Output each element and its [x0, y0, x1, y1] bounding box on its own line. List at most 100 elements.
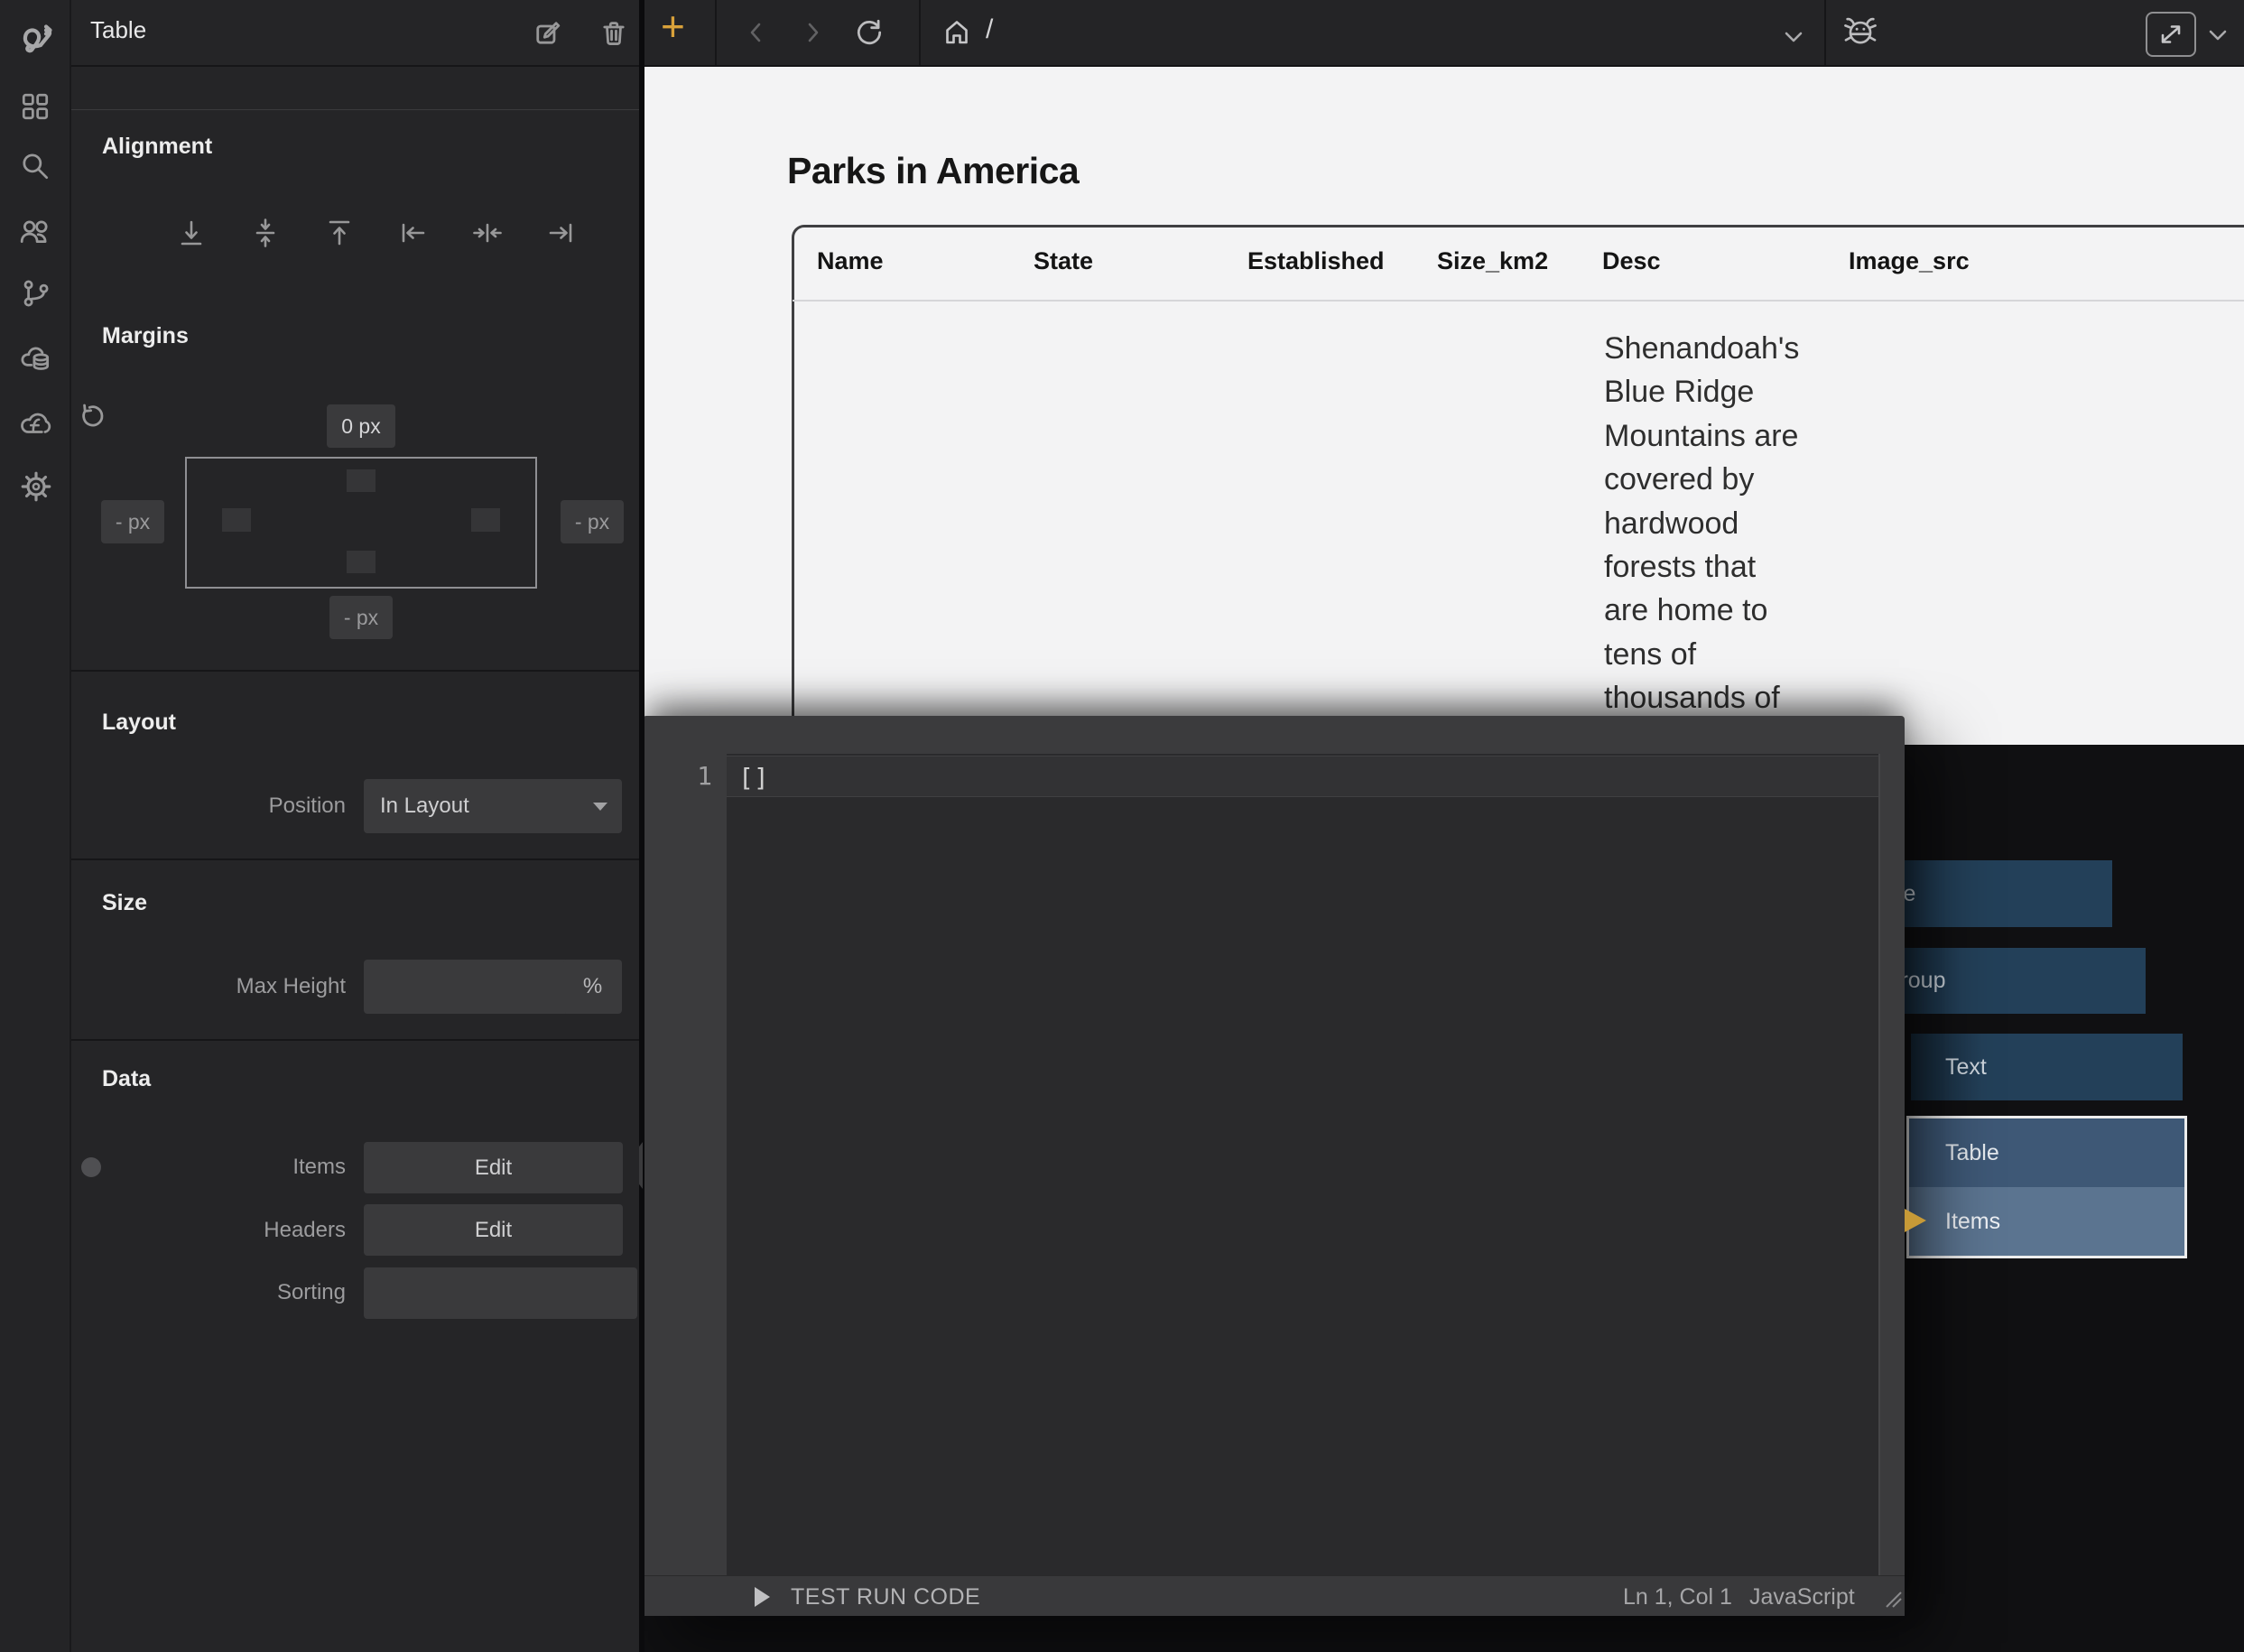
- desc-line: are home to: [1604, 589, 1821, 632]
- cloud-database-icon[interactable]: [19, 342, 51, 375]
- canvas-toolbar: + /: [644, 0, 2244, 67]
- margin-right-handle[interactable]: [471, 508, 500, 532]
- back-chevron-icon[interactable]: [744, 20, 769, 45]
- grid-dashboard-icon[interactable]: [19, 90, 51, 123]
- align-top-icon[interactable]: [324, 218, 355, 248]
- test-run-code-button[interactable]: TEST RUN CODE: [791, 1584, 980, 1610]
- table-header-underline: [793, 300, 2244, 302]
- size-section-label: Size: [102, 890, 147, 916]
- margin-left-input[interactable]: - px: [101, 500, 164, 543]
- component-settings-panel: Table Alignment: [70, 0, 639, 1652]
- resize-handle-icon[interactable]: [1885, 1585, 1903, 1609]
- app-canvas[interactable]: Parks in America Name State Established …: [644, 67, 2244, 745]
- max-height-label: Max Height: [72, 974, 346, 999]
- outline-item-items[interactable]: Items: [1909, 1187, 2184, 1256]
- forward-chevron-icon[interactable]: [800, 20, 825, 45]
- table-header-image-src: Image_src: [1849, 247, 1970, 275]
- divider: [70, 109, 639, 110]
- align-center-vertical-icon[interactable]: [250, 218, 281, 248]
- app-logo-icon[interactable]: [19, 18, 51, 51]
- desc-line: thousands of: [1604, 676, 1821, 719]
- canvas-text-component[interactable]: Parks in America: [787, 150, 1079, 192]
- outline-selected-group: Table Items: [1906, 1116, 2187, 1258]
- divider: [70, 670, 639, 672]
- max-height-input[interactable]: [364, 960, 572, 1014]
- code-area[interactable]: []: [727, 754, 1880, 1575]
- outline-item-label: Text: [1945, 1054, 1987, 1081]
- position-dropdown[interactable]: In Layout: [364, 779, 622, 833]
- editor-bottom-bar: TEST RUN CODE Ln 1, Col 1 JavaScript: [643, 1575, 1905, 1616]
- menu-chevron-icon[interactable]: [2204, 22, 2231, 49]
- divider: [70, 65, 639, 67]
- home-icon[interactable]: [942, 18, 971, 47]
- sorting-input[interactable]: [364, 1267, 637, 1319]
- divider: [919, 0, 921, 65]
- divider: [70, 858, 639, 860]
- desc-line: hardwood: [1604, 502, 1821, 545]
- divider: [1824, 0, 1826, 65]
- divider: [70, 1039, 639, 1041]
- table-header-state: State: [1034, 247, 1093, 275]
- refresh-icon[interactable]: [854, 17, 885, 48]
- align-bottom-icon[interactable]: [176, 218, 207, 248]
- margin-top-handle[interactable]: [347, 469, 376, 492]
- reset-margins-icon[interactable]: [79, 403, 107, 430]
- position-value: In Layout: [380, 794, 469, 819]
- margin-right-input[interactable]: - px: [561, 500, 624, 543]
- git-branch-icon[interactable]: [19, 277, 51, 310]
- settings-gear-icon[interactable]: [19, 469, 51, 502]
- language-selector[interactable]: JavaScript: [1749, 1584, 1855, 1610]
- cursor-position: Ln 1, Col 1: [1623, 1584, 1732, 1610]
- delete-component-icon[interactable]: [600, 20, 627, 47]
- outline-item-label: Items: [1945, 1209, 2000, 1235]
- margin-top-input[interactable]: 0 px: [327, 404, 395, 448]
- rename-component-icon[interactable]: [534, 20, 561, 47]
- desc-line: forests that: [1604, 545, 1821, 589]
- items-label: Items: [72, 1155, 346, 1180]
- cloud-functions-icon[interactable]: [19, 406, 51, 439]
- alignment-section-label: Alignment: [102, 134, 212, 160]
- data-section-label: Data: [102, 1066, 151, 1092]
- align-center-horizontal-icon[interactable]: [472, 218, 503, 248]
- users-icon[interactable]: [19, 216, 51, 248]
- left-icon-rail: [0, 0, 71, 1652]
- panel-canvas-gap: [639, 0, 644, 1652]
- viewport-chevron-icon[interactable]: [1780, 23, 1807, 51]
- code-content: []: [738, 763, 769, 793]
- align-left-icon[interactable]: [398, 218, 429, 248]
- headers-edit-button[interactable]: Edit: [364, 1204, 623, 1256]
- items-code-editor-modal: 1 [] TEST RUN CODE Ln 1, Col 1 JavaScrip…: [643, 716, 1905, 1616]
- desc-line: Shenandoah's: [1604, 327, 1821, 370]
- search-icon[interactable]: [19, 150, 51, 182]
- margin-left-handle[interactable]: [222, 508, 251, 532]
- desc-line: tens of: [1604, 633, 1821, 676]
- desc-line: Blue Ridge: [1604, 370, 1821, 413]
- desc-line: Mountains are: [1604, 414, 1821, 458]
- outline-item-text[interactable]: Text: [1911, 1034, 2183, 1100]
- divider: [715, 0, 717, 65]
- margin-bottom-input[interactable]: - px: [329, 596, 393, 639]
- expand-preview-button[interactable]: [2146, 12, 2196, 57]
- selected-component-title: Table: [90, 16, 146, 44]
- breadcrumb-path: /: [986, 14, 993, 45]
- align-right-icon[interactable]: [545, 218, 576, 248]
- table-cell-desc: Shenandoah's Blue Ridge Mountains are co…: [1604, 327, 1821, 720]
- current-line-highlight: []: [727, 756, 1878, 797]
- items-edit-button[interactable]: Edit: [364, 1142, 623, 1193]
- outline-item-label: Table: [1945, 1140, 1999, 1166]
- editor-gutter: 1: [643, 754, 727, 1575]
- desc-line: covered by: [1604, 458, 1821, 501]
- table-header-size-km2: Size_km2: [1437, 247, 1548, 275]
- chevron-down-icon: [593, 803, 607, 811]
- table-header-name: Name: [817, 247, 884, 275]
- play-icon[interactable]: [755, 1587, 770, 1607]
- headers-label: Headers: [72, 1218, 346, 1243]
- outline-item-table[interactable]: Table: [1909, 1118, 2184, 1187]
- margin-bottom-handle[interactable]: [347, 551, 376, 573]
- position-label: Position: [72, 794, 346, 819]
- debug-bug-icon[interactable]: [1841, 13, 1879, 51]
- add-component-button[interactable]: +: [661, 2, 685, 51]
- max-height-unit[interactable]: %: [563, 960, 622, 1014]
- margins-section-label: Margins: [102, 323, 189, 349]
- sorting-label: Sorting: [72, 1280, 346, 1305]
